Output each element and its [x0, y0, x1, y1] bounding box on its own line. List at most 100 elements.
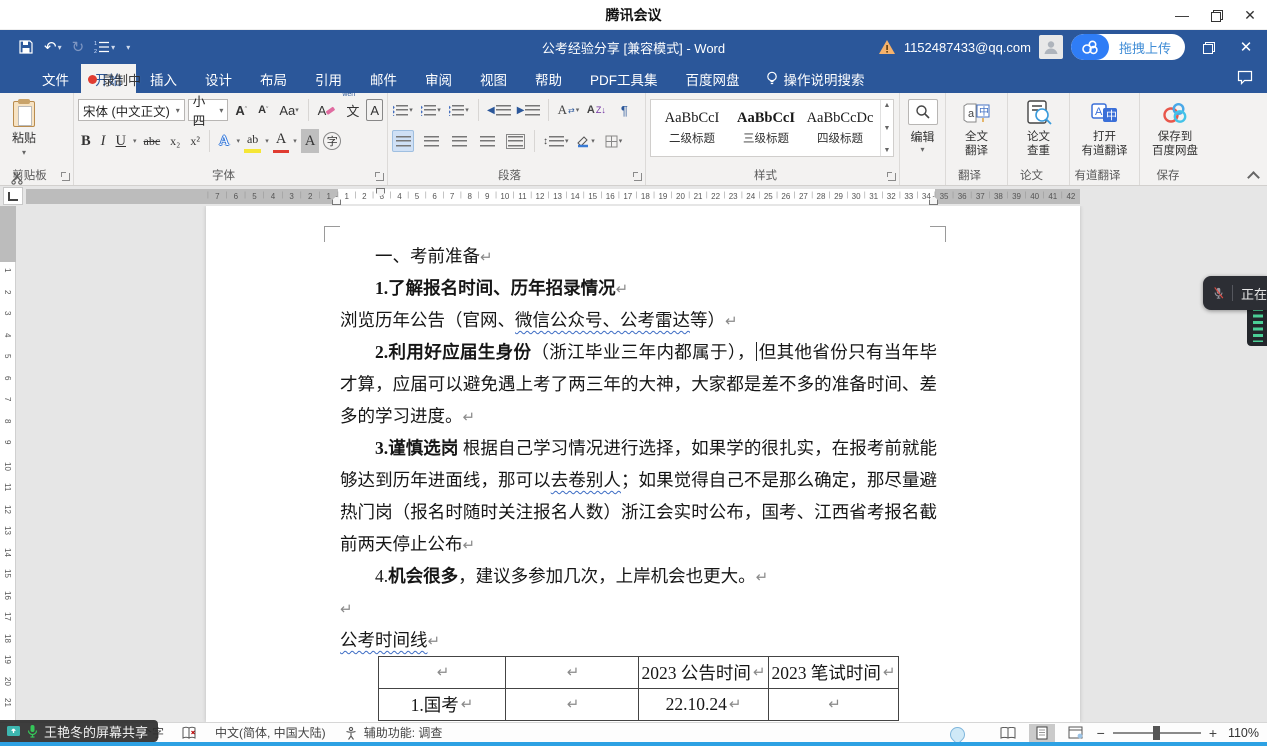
decrease-indent-button[interactable]: ◀: [487, 99, 511, 121]
phonetic-guide-button[interactable]: 文: [342, 99, 363, 121]
table-cell[interactable]: 22.10.24↵: [639, 689, 769, 721]
show-marks-button[interactable]: ¶: [613, 99, 635, 121]
asian-layout-button[interactable]: A⇄▾: [557, 99, 579, 121]
doc-line[interactable]: 够达到历年进面线，那可以去卷别人；如果觉得自己不是那么确定，那尽量避开: [340, 464, 937, 496]
strikethrough-button[interactable]: abc: [141, 129, 164, 153]
horizontal-ruler[interactable]: 7654321 12345678910111213141516171819202…: [26, 189, 1080, 204]
table-cell[interactable]: ↵: [506, 689, 639, 721]
enclose-characters-button[interactable]: 字: [323, 132, 341, 150]
youdao-translate-icon[interactable]: A中: [1090, 98, 1120, 128]
zoom-percentage[interactable]: 110%: [1225, 726, 1259, 740]
tab-review[interactable]: 审阅: [411, 64, 466, 93]
proofing-icon[interactable]: [182, 726, 197, 740]
translate-icon[interactable]: a中: [962, 98, 992, 128]
increase-indent-button[interactable]: ▶: [517, 99, 541, 121]
account-email[interactable]: 1152487433@qq.com: [904, 40, 1031, 55]
meeting-floating-panel[interactable]: 正在: [1203, 276, 1267, 310]
numbering-button[interactable]: ▾: [420, 99, 442, 121]
table-cell[interactable]: ↵: [379, 657, 506, 689]
grow-font-button[interactable]: Aˆ: [231, 99, 251, 121]
document-table[interactable]: ↵↵2023 公告时间↵2023 笔试时间↵1.国考↵↵22.10.24↵↵: [378, 656, 899, 721]
doc-line[interactable]: 浏览历年公告（官网、微信公众号、公考雷达等）↵: [340, 304, 937, 336]
zoom-slider[interactable]: [1113, 732, 1201, 734]
subscript-button[interactable]: x₂: [167, 129, 183, 153]
doc-line[interactable]: 4.机会很多，建议多参加几次，上岸机会也更大。↵: [340, 560, 937, 592]
highlight-button[interactable]: ab: [244, 129, 261, 153]
superscript-button[interactable]: x²: [187, 129, 203, 153]
underline-button[interactable]: U: [113, 129, 129, 153]
doc-line[interactable]: 1.了解报名时间、历年招录情况↵: [340, 272, 937, 304]
screen-share-badge[interactable]: 王艳冬的屏幕共享: [0, 720, 158, 742]
shrink-font-button[interactable]: Aˇ: [254, 99, 272, 121]
tab-stop-selector[interactable]: [3, 187, 23, 205]
document-page[interactable]: 一、考前准备↵1.了解报名时间、历年招录情况↵浏览历年公告（官网、微信公众号、公…: [206, 206, 1080, 722]
multilevel-list-button[interactable]: ▾: [448, 99, 470, 121]
tab-view[interactable]: 视图: [466, 64, 521, 93]
undo-icon[interactable]: ↶▾: [40, 34, 66, 60]
zoom-in-button[interactable]: +: [1209, 725, 1217, 741]
tab-mailings[interactable]: 邮件: [356, 64, 411, 93]
meeting-close-button[interactable]: ✕: [1233, 0, 1267, 30]
font-name-combo[interactable]: 宋体 (中文正文)▾: [78, 99, 185, 121]
doc-line[interactable]: 一、考前准备↵: [340, 240, 937, 272]
tab-help[interactable]: 帮助: [521, 64, 576, 93]
style-heading2[interactable]: AaBbCcI 二级标题: [657, 104, 727, 152]
paper-check-button-label[interactable]: 论文查重: [1027, 130, 1050, 158]
tab-layout[interactable]: 布局: [246, 64, 301, 93]
find-icon[interactable]: [908, 99, 938, 125]
sort-button[interactable]: AZ↓: [585, 99, 607, 121]
align-right-button[interactable]: [448, 130, 470, 152]
tab-file[interactable]: 文件: [30, 64, 81, 93]
document-text[interactable]: 一、考前准备↵1.了解报名时间、历年招录情况↵浏览历年公告（官网、微信公众号、公…: [340, 240, 937, 656]
align-center-button[interactable]: [420, 130, 442, 152]
clipboard-dialog-launcher[interactable]: [62, 173, 70, 181]
translate-button-label[interactable]: 全文翻译: [965, 130, 988, 158]
language-status[interactable]: 中文(简体, 中国大陆): [215, 724, 326, 741]
font-color-button[interactable]: A: [273, 129, 289, 153]
italic-button[interactable]: I: [98, 129, 109, 153]
baidu-save-button-label[interactable]: 保存到百度网盘: [1152, 130, 1198, 158]
paper-check-icon[interactable]: [1025, 98, 1053, 128]
bold-button[interactable]: B: [78, 129, 94, 153]
doc-line[interactable]: ↵: [340, 592, 937, 624]
font-dialog-launcher[interactable]: [376, 173, 384, 181]
tab-references[interactable]: 引用: [301, 64, 356, 93]
comments-icon[interactable]: [1237, 69, 1253, 87]
text-effects-button[interactable]: A: [216, 129, 232, 153]
avatar[interactable]: [1039, 35, 1063, 59]
tell-me-search[interactable]: 操作说明搜索: [754, 64, 877, 93]
doc-line[interactable]: 公考时间线↵: [340, 624, 937, 656]
tab-baidu-netdisk[interactable]: 百度网盘: [672, 64, 754, 93]
accessibility-status[interactable]: 辅助功能: 调查: [344, 724, 443, 741]
doc-line[interactable]: 2.利用好应届生身份（浙江毕业三年内都属于），但其他省份只有当年毕业: [340, 336, 937, 368]
doc-line[interactable]: 热门岗（报名时随时关注报名人数）浙江会实时公布，国考、江西省考报名截止: [340, 496, 937, 528]
table-cell[interactable]: ↵: [506, 657, 639, 689]
paste-button[interactable]: 粘贴 ▾: [4, 97, 44, 163]
web-layout-button[interactable]: [1063, 724, 1089, 742]
numbering-icon[interactable]: 12 ▾: [90, 34, 119, 60]
style-heading4[interactable]: AaBbCcDc 四级标题: [805, 104, 875, 152]
vertical-ruler[interactable]: 123456789101112131415161718192021: [0, 206, 16, 722]
table-cell[interactable]: 2023 笔试时间↵: [769, 657, 899, 689]
doc-line[interactable]: 多的学习进度。↵: [340, 400, 937, 432]
table-cell[interactable]: ↵: [769, 689, 899, 721]
word-close-button[interactable]: ✕: [1231, 32, 1261, 62]
tab-insert[interactable]: 插入: [136, 64, 191, 93]
print-layout-button[interactable]: [1029, 724, 1055, 742]
bullets-button[interactable]: ▾: [392, 99, 414, 121]
save-icon[interactable]: [14, 34, 38, 60]
styles-scroll-up[interactable]: ▲: [884, 102, 891, 109]
zoom-slider-handle[interactable]: [1153, 726, 1160, 740]
doc-line[interactable]: 前两天停止公布↵: [340, 528, 937, 560]
doc-line[interactable]: 3.谨慎选岗 根据自己学习情况进行选择，如果学的很扎实，在报考前就能: [340, 432, 937, 464]
clear-formatting-button[interactable]: A: [314, 99, 340, 121]
change-case-button[interactable]: Aa▾: [275, 99, 302, 121]
read-mode-button[interactable]: [995, 724, 1021, 742]
youdao-button-label[interactable]: 打开有道翻译: [1082, 130, 1128, 158]
distribute-button[interactable]: [504, 130, 526, 152]
redo-icon[interactable]: ↻: [68, 34, 89, 60]
line-spacing-button[interactable]: ↕▾: [543, 130, 569, 152]
styles-scroll-down[interactable]: ▼: [884, 125, 891, 132]
qat-customize-icon[interactable]: ▾: [121, 34, 134, 60]
paragraph-dialog-launcher[interactable]: [634, 173, 642, 181]
